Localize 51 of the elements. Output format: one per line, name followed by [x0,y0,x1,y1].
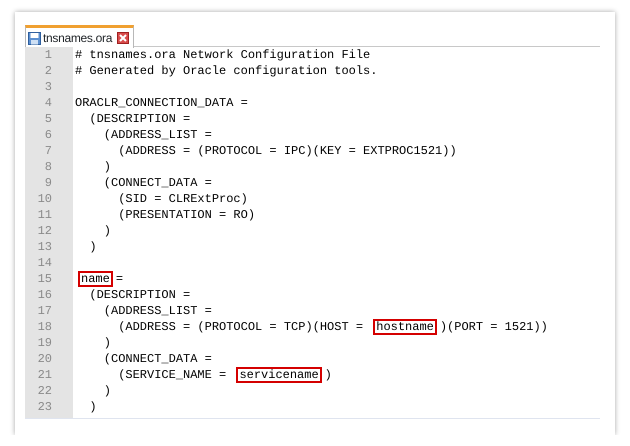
code-text: (ADDRESS_LIST = [102,303,212,319]
code-text: (DESCRIPTION = [88,287,190,303]
line-number: 17 [25,303,73,319]
highlighted-text: name [78,271,113,287]
code-text: (CONNECT_DATA = [102,175,212,191]
line-number: 6 [25,127,73,143]
line-number: 22 [25,383,73,399]
code-text: ) [102,383,112,399]
code-text: )(PORT = 1521)) [440,319,548,335]
line-number: 3 [25,79,73,95]
line-number: 11 [25,207,73,223]
code-text: ) [88,239,97,255]
line-number: 20 [25,351,73,367]
line-number: 13 [25,239,73,255]
code-text: (SID = CLRExtProc) [117,191,248,207]
line-number: 14 [25,255,73,271]
code-text: ) [324,367,332,383]
line-number: 10 [25,191,73,207]
line-number: 5 [25,111,73,127]
code-text: (ADDRESS = (PROTOCOL = IPC)(KEY = EXTPROC1521)) [117,143,457,159]
code-text: = [116,271,124,287]
code-text: (CONNECT_DATA = [102,351,212,367]
file-tab[interactable]: tnsnames.ora [25,25,134,48]
line-number: 2 [25,63,73,79]
line-number: 8 [25,159,73,175]
line-number: 9 [25,175,73,191]
code-text: (PRESENTATION = RO) [117,207,256,223]
code-text: ) [102,159,112,175]
code-text: # Generated by Oracle configuration tools. [75,63,378,79]
code-text: (SERVICE_NAME = [117,367,228,383]
line-number: 4 [25,95,73,111]
close-icon[interactable] [117,32,130,44]
code-text: ) [88,399,97,415]
highlighted-text: hostname [373,319,437,335]
code-text: (DESCRIPTION = [88,111,190,127]
code-text: (ADDRESS_LIST = [102,127,212,143]
line-number: 23 [25,399,73,415]
line-number: 1 [25,47,73,63]
code-text: (ADDRESS = (PROTOCOL = TCP)(HOST = [117,319,364,335]
line-number: 21 [25,367,73,383]
line-number: 7 [25,143,73,159]
highlighted-text: servicename [236,367,322,383]
line-number: 15 [25,271,73,287]
code-text: # tnsnames.ora Network Configuration File [75,47,370,63]
code-text: ) [102,335,112,351]
line-number: 16 [25,287,73,303]
line-number: 18 [25,319,73,335]
line-number: 12 [25,223,73,239]
line-number: 19 [25,335,73,351]
code-text: ) [102,223,112,239]
code-text: ORACLR_CONNECTION_DATA = [75,95,248,111]
